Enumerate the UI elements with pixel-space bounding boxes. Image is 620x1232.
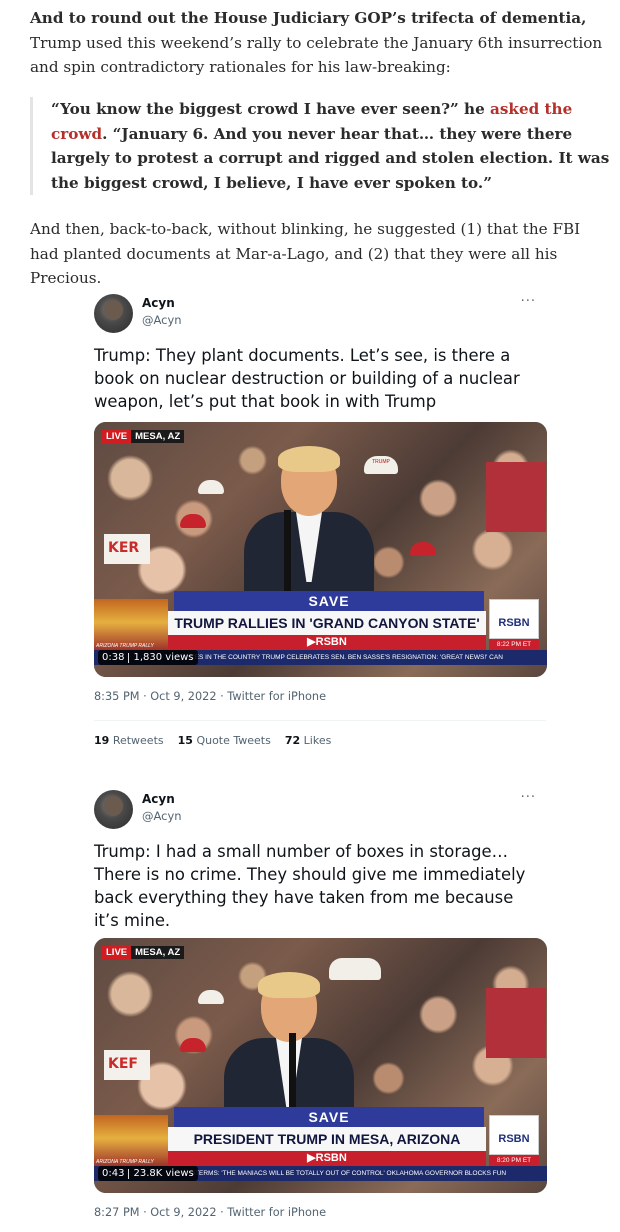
- live-badge: LIVE MESA, AZ: [102, 946, 185, 959]
- thumbnail-label: ARIZONA TRUMP RALLY: [96, 1159, 154, 1165]
- avatar[interactable]: [94, 294, 133, 333]
- video-views: 1,830 views: [133, 652, 194, 663]
- tweet-timestamp[interactable]: 8:35 PM · Oct 9, 2022 · Twitter for iPho…: [94, 690, 326, 703]
- location-label: MESA, AZ: [131, 946, 185, 959]
- intro-text: Trump used this weekend’s rally to celeb…: [30, 33, 603, 77]
- location-label: MESA, AZ: [131, 430, 185, 443]
- crowd-sign: KER: [104, 534, 150, 564]
- tweet-author-handle[interactable]: @Acyn: [142, 809, 182, 823]
- red-hat-image: [410, 542, 436, 556]
- more-options-icon[interactable]: ···: [521, 790, 536, 805]
- embedded-tweet[interactable]: Acyn @Acyn ··· Trump: They plant documen…: [80, 282, 550, 752]
- tweet-stats: 19 Retweets 15 Quote Tweets 72 Likes: [94, 734, 331, 747]
- crowd-sign: KEF: [104, 1050, 150, 1080]
- flag-image: [486, 988, 546, 1058]
- red-hat-image: [180, 1038, 206, 1052]
- tweet-author-handle[interactable]: @Acyn: [142, 313, 182, 327]
- news-chyron: ARIZONA TRUMP RALLY SAVE TRUMP RALLIES I…: [94, 587, 547, 677]
- quote-part-b: . “January 6. And you never hear that… t…: [51, 124, 610, 192]
- avatar[interactable]: [94, 790, 133, 829]
- thumbnail-label: ARIZONA TRUMP RALLY: [96, 643, 154, 649]
- video-duration: 0:43: [102, 1168, 125, 1179]
- tweet-text: Trump: They plant documents. Let’s see, …: [94, 346, 520, 411]
- video-duration: 0:38: [102, 652, 125, 663]
- broadcast-clock: 8:22 PM ET: [489, 639, 539, 650]
- article-paragraph-followup: And then, back-to-back, without blinking…: [30, 220, 581, 287]
- blockquote: “You know the biggest crowd I have ever …: [30, 97, 610, 195]
- white-hat-image: [198, 990, 224, 1004]
- retweets-stat[interactable]: 19 Retweets: [94, 734, 164, 747]
- save-banner: SAVE: [174, 591, 484, 611]
- flag-image: [486, 462, 546, 532]
- divider: [94, 720, 546, 721]
- embedded-tweet[interactable]: Acyn @Acyn ··· Trump: I had a small numb…: [80, 778, 550, 1232]
- live-label: LIVE: [102, 946, 132, 959]
- more-options-icon[interactable]: ···: [521, 294, 536, 309]
- video-views: 23.8K views: [133, 1168, 194, 1179]
- news-chyron: ARIZONA TRUMP RALLY SAVE PRESIDENT TRUMP…: [94, 1103, 547, 1193]
- network-label: ▶RSBN: [168, 635, 486, 650]
- video-duration-views: 0:38 1,830 views: [98, 650, 198, 665]
- article-paragraph-intro: And to round out the House Judiciary GOP…: [30, 6, 605, 80]
- rally-thumbnail: ARIZONA TRUMP RALLY: [94, 1115, 168, 1167]
- quote-tweets-stat[interactable]: 15 Quote Tweets: [178, 734, 271, 747]
- rsbn-logo: RSBN: [489, 1115, 539, 1155]
- video-duration-views: 0:43 23.8K views: [98, 1166, 198, 1181]
- save-banner: SAVE: [174, 1107, 484, 1127]
- likes-stat[interactable]: 72 Likes: [285, 734, 331, 747]
- video-player[interactable]: TRUMP KER LIVE MESA, AZ ARIZONA TRUMP RA…: [94, 422, 547, 677]
- red-hat-image: [180, 514, 206, 528]
- live-label: LIVE: [102, 430, 132, 443]
- chyron-headline: TRUMP RALLIES IN 'GRAND CANYON STATE': [168, 611, 486, 635]
- broadcast-clock: 8:20 PM ET: [489, 1155, 539, 1166]
- tweet-text: Trump: I had a small number of boxes in …: [94, 842, 526, 930]
- network-label: ▶RSBN: [168, 1151, 486, 1166]
- intro-lead: And to round out the House Judiciary GOP…: [30, 9, 587, 27]
- white-hat-image: [198, 480, 224, 494]
- tweet-author-name[interactable]: Acyn: [142, 792, 175, 806]
- tweet-author-name[interactable]: Acyn: [142, 296, 175, 310]
- rally-thumbnail: ARIZONA TRUMP RALLY: [94, 599, 168, 651]
- chyron-headline: PRESIDENT TRUMP IN MESA, ARIZONA: [168, 1127, 486, 1151]
- live-badge: LIVE MESA, AZ: [102, 430, 185, 443]
- video-player[interactable]: KEF LIVE MESA, AZ ARIZONA TRUMP RALLY SA…: [94, 938, 547, 1193]
- tweet-timestamp[interactable]: 8:27 PM · Oct 9, 2022 · Twitter for iPho…: [94, 1206, 326, 1219]
- rsbn-logo: RSBN: [489, 599, 539, 639]
- quote-part-a: “You know the biggest crowd I have ever …: [51, 100, 491, 118]
